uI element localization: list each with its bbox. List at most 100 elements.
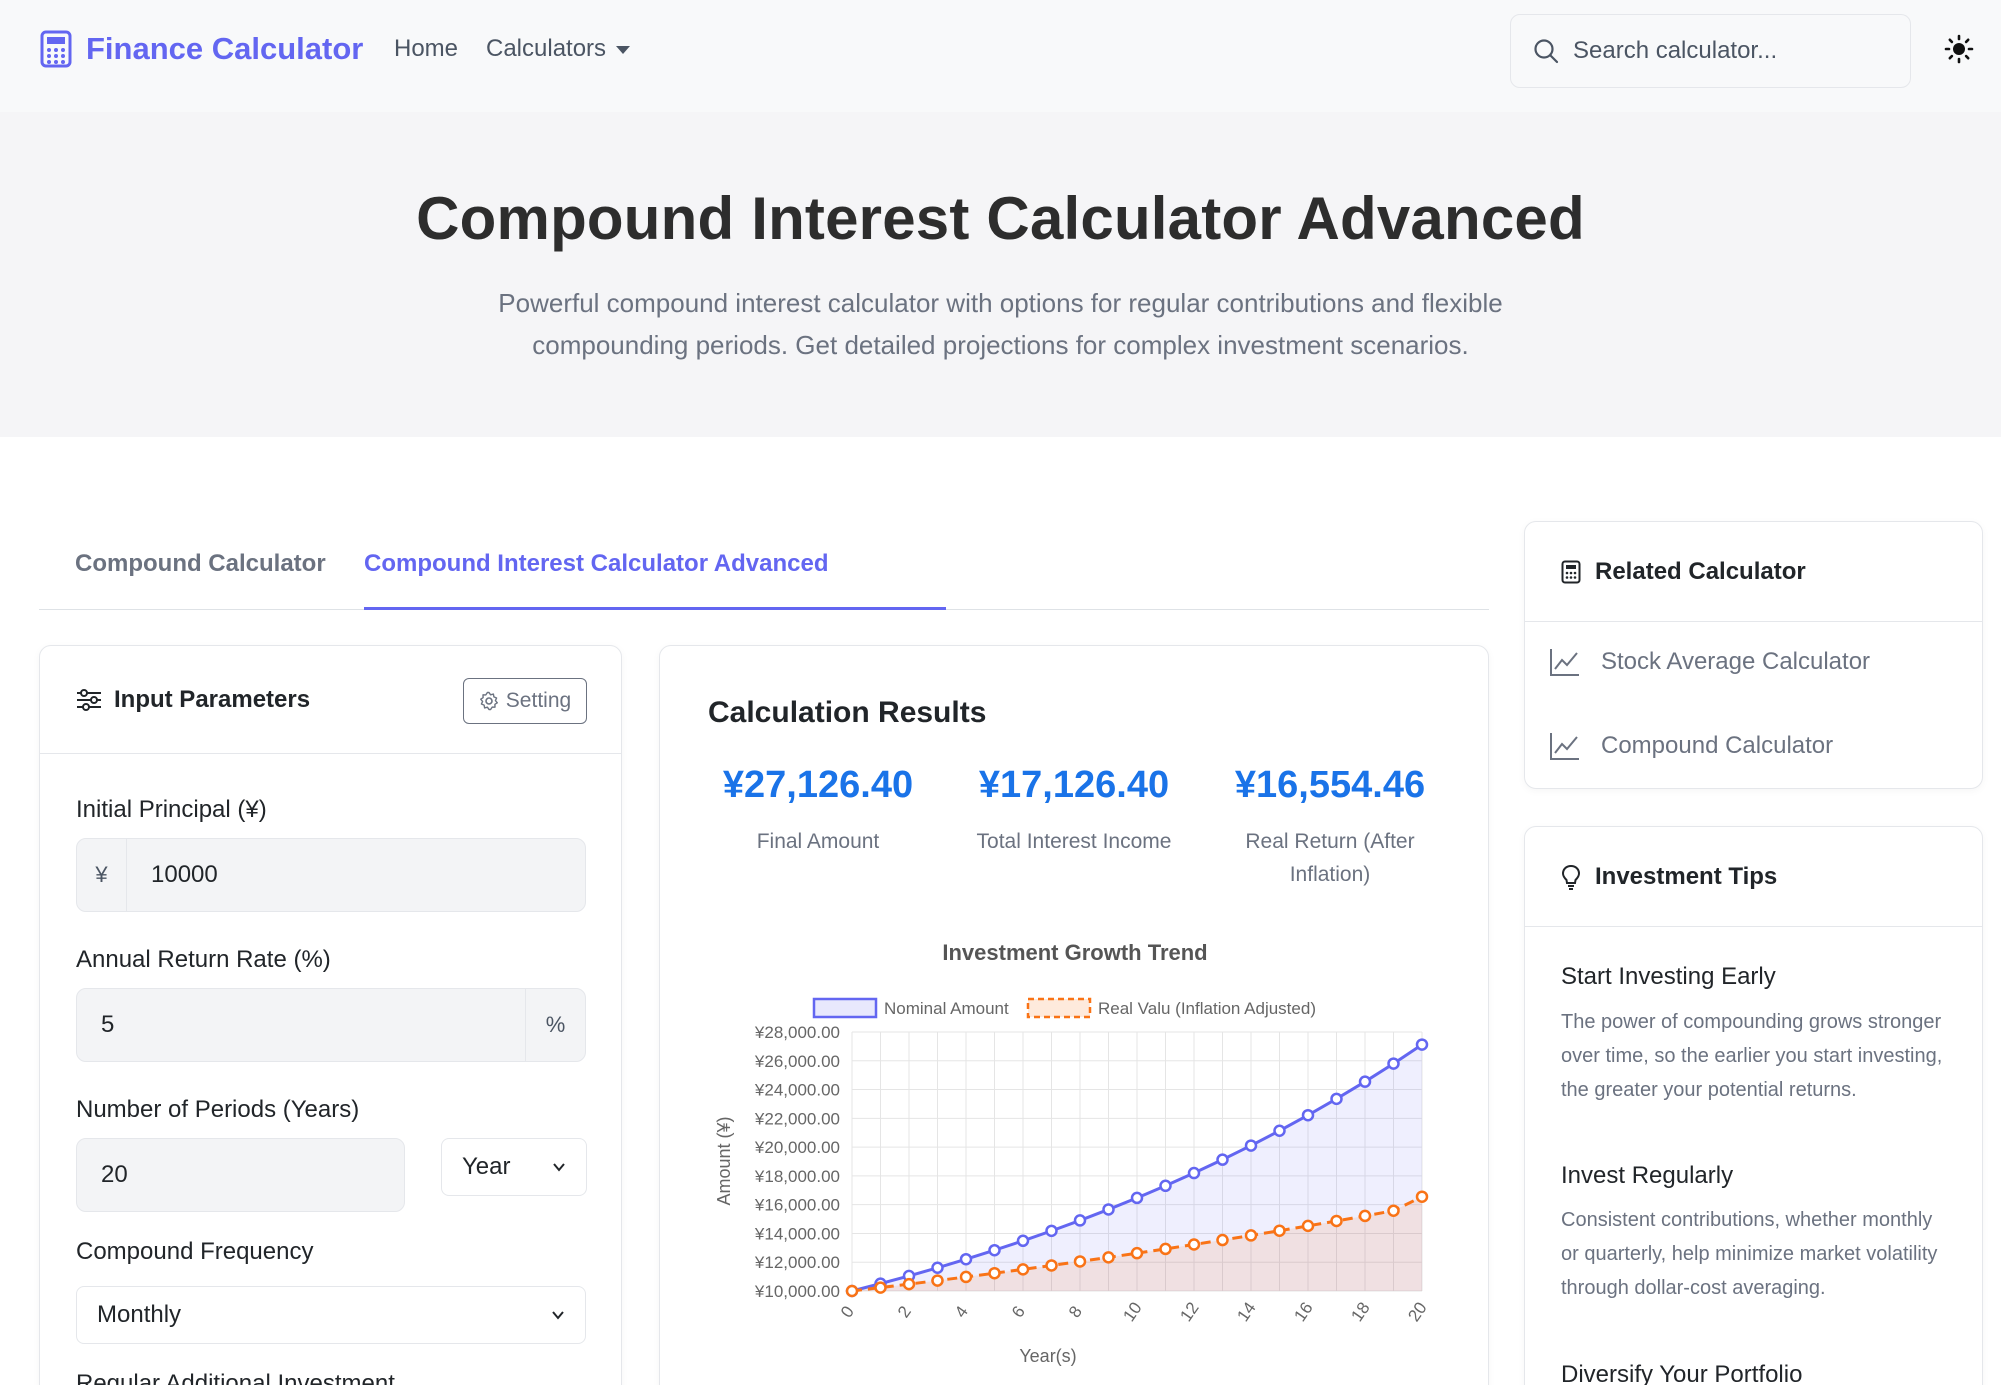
sliders-icon (77, 689, 101, 711)
hero-section: Compound Interest Calculator Advanced Po… (0, 112, 2001, 437)
tab-compound-advanced[interactable]: Compound Interest Calculator Advanced (364, 550, 829, 578)
y-tick-label: ¥22,000.00 (754, 1109, 840, 1128)
x-tick-label: 18 (1347, 1299, 1373, 1325)
data-point (1159, 1242, 1172, 1256)
calculator-icon (1561, 560, 1581, 583)
brand-name: Finance Calculator (86, 31, 364, 66)
principal-input[interactable] (127, 839, 585, 911)
brand-link[interactable]: Finance Calculator (40, 30, 363, 68)
data-point (1216, 1233, 1229, 1247)
periods-input[interactable] (77, 1139, 404, 1211)
data-point (1387, 1057, 1400, 1070)
calculator-tabs: Compound Calculator Compound Interest Ca… (39, 520, 1489, 610)
data-point (1073, 1255, 1087, 1268)
related-card-title: Related Calculator (1595, 557, 1806, 585)
line-chart-icon (1550, 733, 1579, 760)
sun-icon[interactable] (1944, 34, 1974, 64)
related-link-label: Stock Average Calculator (1601, 648, 1871, 675)
x-tick-label: 20 (1404, 1299, 1430, 1325)
principal-label: Initial Principal (¥) (76, 796, 267, 823)
input-card-header: Input Parameters Setting (40, 646, 621, 754)
tip-text: Consistent contributions, whether monthl… (1561, 1209, 1938, 1299)
related-card-header: Related Calculator (1525, 522, 1982, 622)
nav-calculators-dropdown[interactable]: Calculators (486, 35, 631, 63)
search-input[interactable] (1573, 37, 1893, 65)
setting-button[interactable]: Setting (463, 678, 587, 724)
rate-input[interactable] (77, 989, 525, 1061)
data-point (1387, 1204, 1400, 1217)
calculator-icon (40, 30, 72, 68)
y-tick-label: ¥26,000.00 (754, 1052, 840, 1071)
x-tick-label: 4 (951, 1303, 972, 1322)
data-point (1273, 1124, 1286, 1138)
results-card: Calculation Results ¥27,126.40 Final Amo… (659, 645, 1489, 1385)
chevron-down-icon (552, 1311, 564, 1320)
frequency-value: Monthly (97, 1301, 182, 1328)
tip-title: Diversify Your Portfolio (1561, 1361, 1803, 1385)
principal-input-group: ¥ (76, 838, 586, 912)
tips-card-title: Investment Tips (1595, 862, 1778, 890)
related-link-stock-average[interactable]: Stock Average Calculator (1549, 647, 1870, 677)
data-point (959, 1252, 973, 1266)
data-point (1187, 1166, 1201, 1180)
tab-compound-calculator[interactable]: Compound Calculator (75, 550, 326, 578)
x-tick-label: 10 (1119, 1299, 1145, 1325)
tip-title: Start Investing Early (1561, 963, 1776, 990)
caret-down-icon (616, 46, 631, 54)
lightbulb-icon (1561, 864, 1581, 890)
data-point (1330, 1214, 1343, 1228)
tips-card-header: Investment Tips (1525, 827, 1982, 927)
y-tick-label: ¥20,000.00 (754, 1138, 840, 1157)
tip-text: The power of compounding grows stronger … (1561, 1011, 1943, 1101)
yen-prefix: ¥ (77, 839, 127, 911)
nav-home-link[interactable]: Home (394, 35, 458, 63)
rate-input-group: % (76, 988, 586, 1062)
frequency-select[interactable]: Monthly (76, 1286, 586, 1344)
percent-suffix: % (525, 989, 585, 1061)
search-box (1510, 14, 1911, 88)
y-tick-label: ¥18,000.00 (754, 1167, 840, 1186)
period-unit-select[interactable]: Year (441, 1138, 587, 1196)
input-parameters-card: Input Parameters Setting Initial Princip… (39, 645, 622, 1385)
frequency-label: Compound Frequency (76, 1238, 314, 1265)
data-point (931, 1261, 944, 1275)
chart-title: Investment Growth Trend (942, 940, 1207, 965)
rate-label: Annual Return Rate (%) (76, 946, 331, 973)
related-link-compound[interactable]: Compound Calculator (1549, 731, 1833, 761)
chevron-down-icon (553, 1163, 565, 1172)
x-tick-label: 16 (1290, 1299, 1316, 1325)
page-description: Powerful compound interest calculator wi… (498, 288, 1503, 360)
related-calculator-card: Related Calculator Stock Average Calcula… (1524, 521, 1983, 789)
data-point (931, 1274, 944, 1287)
x-tick-label: 2 (894, 1303, 915, 1322)
y-tick-label: ¥12,000.00 (754, 1253, 840, 1272)
periods-label: Number of Periods (Years) (76, 1096, 360, 1123)
page-title: Compound Interest Calculator Advanced (416, 185, 1585, 252)
gear-icon (479, 691, 498, 711)
data-point (959, 1270, 973, 1284)
navbar: Finance Calculator Home Calculators (0, 0, 2001, 112)
data-point (1301, 1219, 1315, 1233)
periods-input-group (76, 1138, 405, 1212)
data-point (1102, 1203, 1115, 1216)
data-point (1358, 1209, 1372, 1223)
data-point (1045, 1224, 1058, 1238)
data-point (1244, 1139, 1258, 1152)
data-point (1301, 1108, 1315, 1122)
y-tick-label: ¥14,000.00 (754, 1224, 840, 1243)
period-unit-value: Year (462, 1153, 511, 1180)
input-card-title: Input Parameters (76, 686, 310, 714)
additional-investment-label: Regular Additional Investment (76, 1370, 395, 1385)
data-point (874, 1281, 887, 1294)
x-tick-label: 0 (837, 1303, 858, 1322)
input-card-title-text: Input Parameters (114, 686, 311, 713)
data-point (1016, 1263, 1030, 1276)
x-axis-label: Year(s) (1019, 1346, 1076, 1366)
legend-swatch (812, 997, 878, 1019)
data-point (1187, 1238, 1201, 1251)
data-point (1045, 1259, 1058, 1272)
legend-label: Nominal Amount (884, 999, 1009, 1018)
data-point (1159, 1179, 1172, 1193)
y-tick-label: ¥16,000.00 (754, 1196, 840, 1215)
data-point (988, 1243, 1001, 1257)
